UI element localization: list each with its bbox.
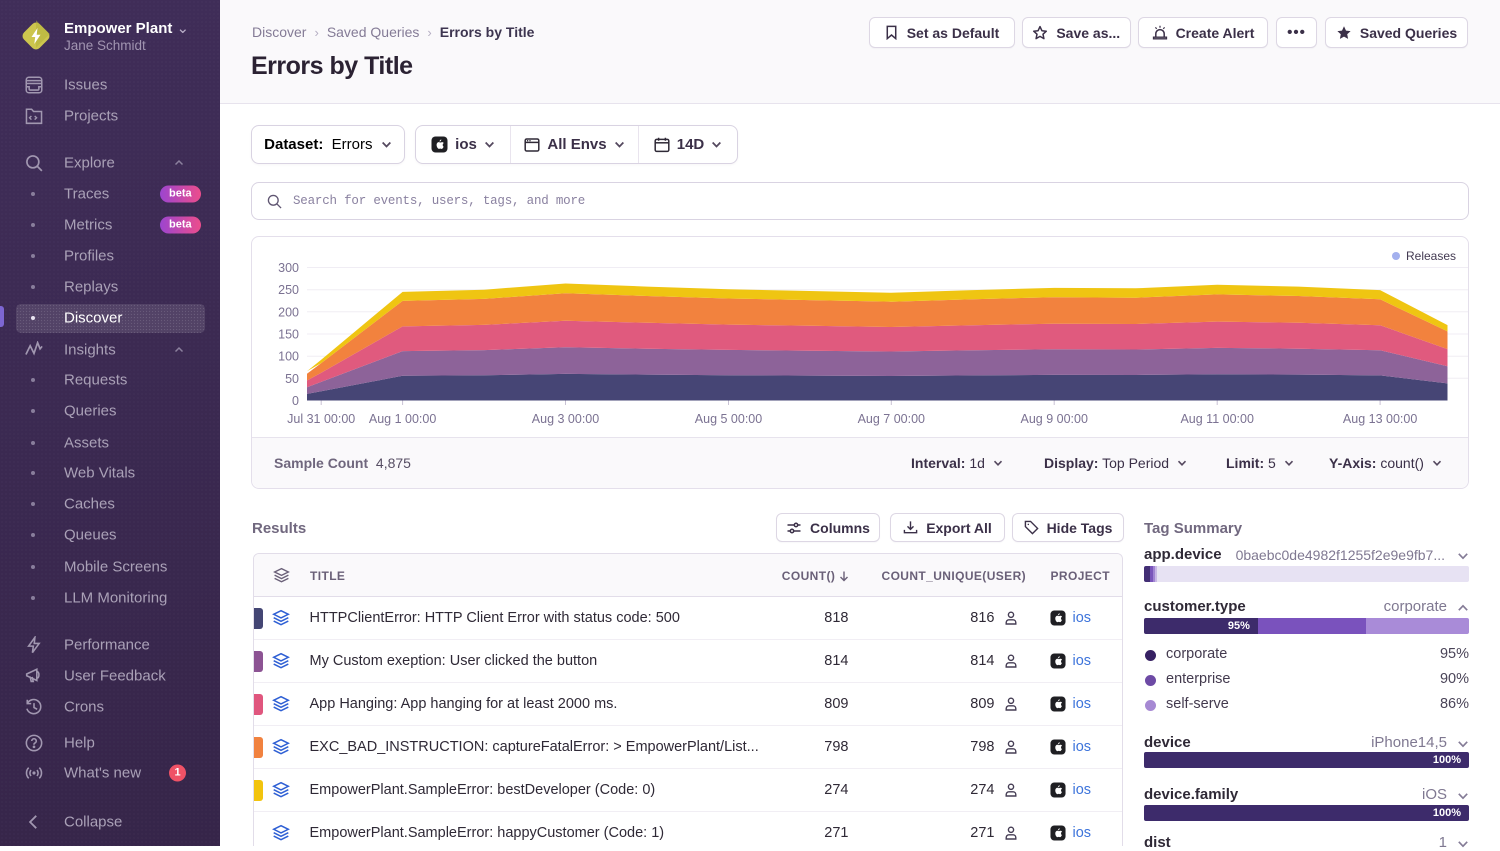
- svg-text:300: 300: [278, 261, 299, 275]
- svg-text:250: 250: [278, 283, 299, 297]
- svg-text:Aug 5 00:00: Aug 5 00:00: [695, 412, 762, 426]
- svg-text:200: 200: [278, 305, 299, 319]
- svg-text:0: 0: [292, 394, 299, 408]
- svg-text:50: 50: [285, 372, 299, 386]
- svg-text:Aug 9 00:00: Aug 9 00:00: [1020, 412, 1087, 426]
- svg-text:Aug 1 00:00: Aug 1 00:00: [369, 412, 436, 426]
- svg-text:Aug 13 00:00: Aug 13 00:00: [1343, 412, 1417, 426]
- svg-text:Jul 31 00:00: Jul 31 00:00: [287, 412, 355, 426]
- svg-text:Releases: Releases: [1406, 249, 1456, 263]
- svg-text:Aug 11 00:00: Aug 11 00:00: [1180, 412, 1253, 426]
- svg-text:Aug 7 00:00: Aug 7 00:00: [858, 412, 925, 426]
- svg-text:Aug 3 00:00: Aug 3 00:00: [532, 412, 599, 426]
- svg-text:150: 150: [278, 328, 299, 342]
- svg-text:100: 100: [278, 350, 299, 364]
